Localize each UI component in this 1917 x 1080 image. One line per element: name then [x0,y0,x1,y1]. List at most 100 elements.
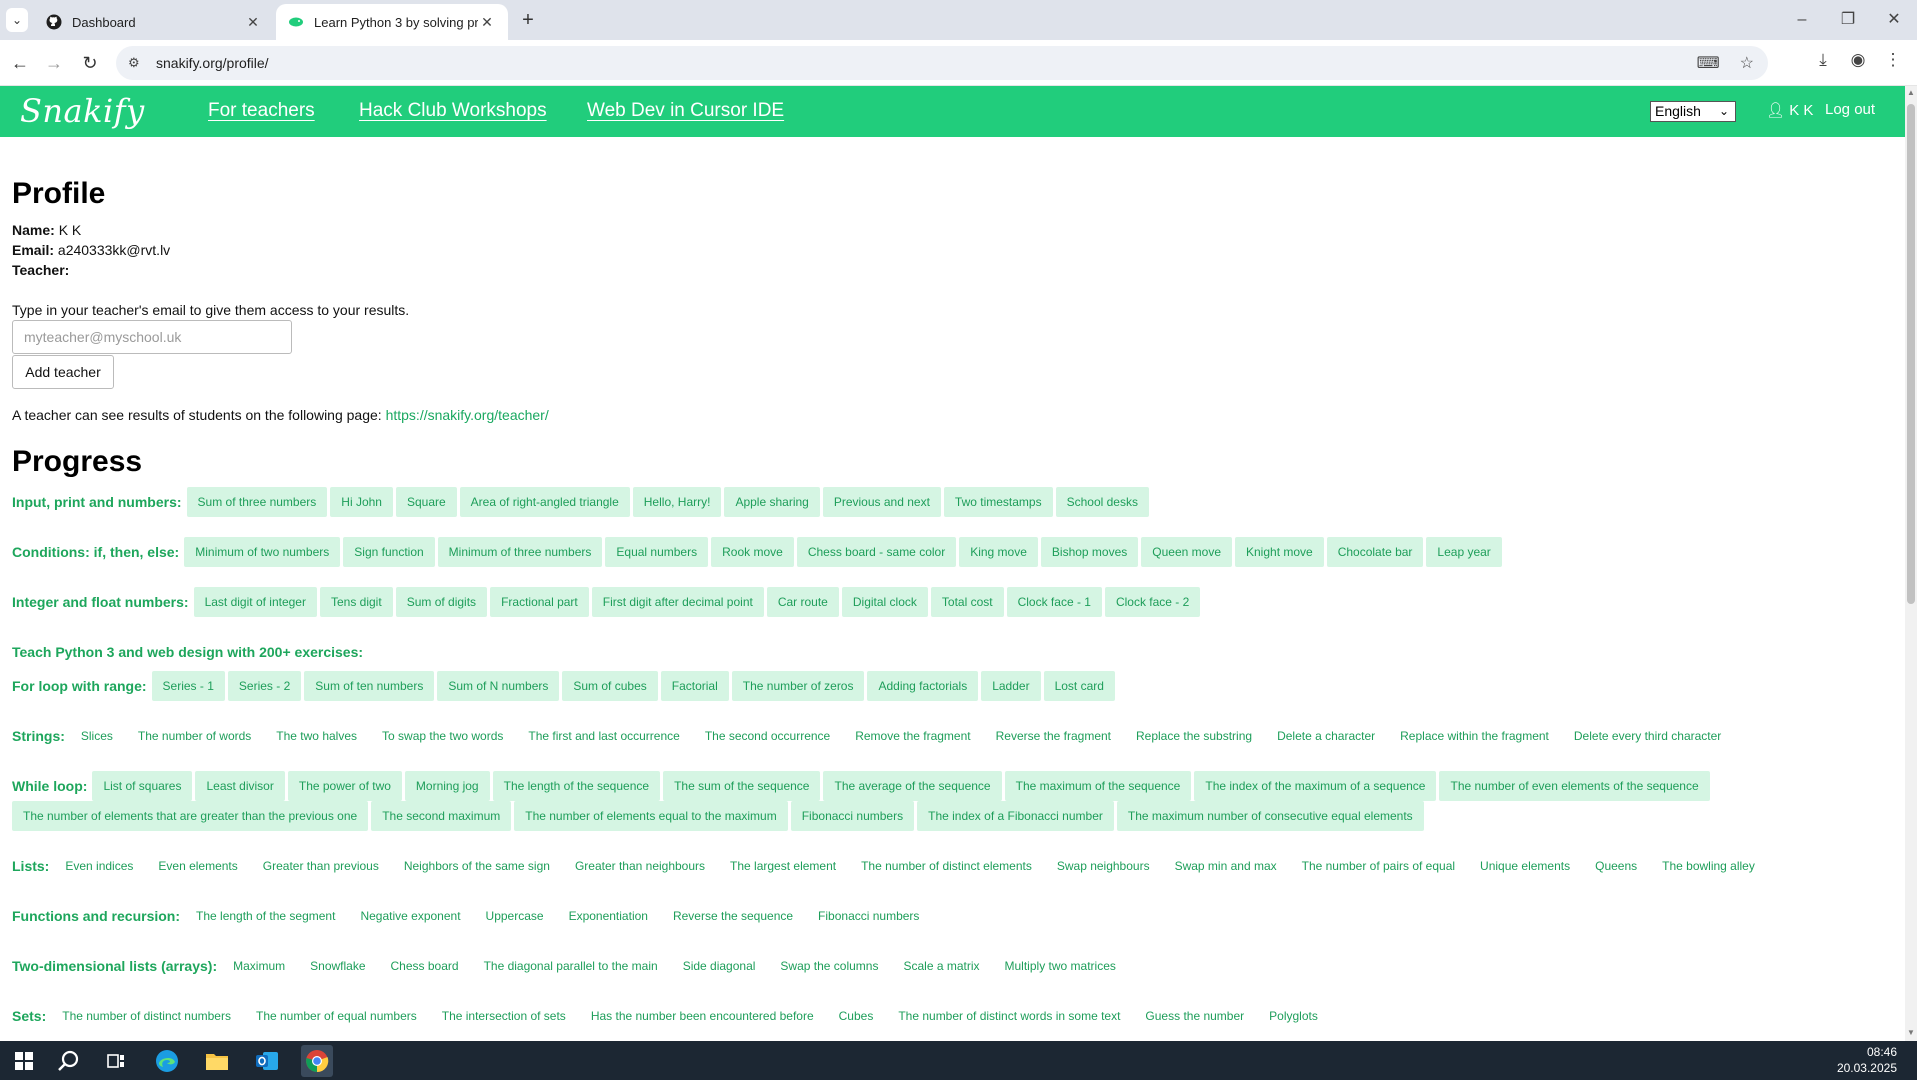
site-info-icon[interactable]: ⚙ [128,55,144,71]
exercise-link[interactable]: Last digit of integer [193,587,317,617]
exercise-link[interactable]: Adding factorials [867,671,979,701]
exercise-link[interactable]: Swap the columns [769,951,889,981]
exercise-link[interactable]: Fibonacci numbers [790,801,915,831]
scroll-up-icon[interactable]: ▲ [1907,88,1915,97]
exercise-link[interactable]: Previous and next [822,487,941,517]
logout-link[interactable]: Log out [1825,101,1875,118]
teacher-email-input[interactable] [12,320,292,354]
exercise-link[interactable]: Equal numbers [605,537,709,567]
exercise-link[interactable]: The number of distinct elements [850,851,1043,881]
exercise-link[interactable]: Bishop moves [1040,537,1139,567]
windows-start-icon[interactable] [8,1045,40,1077]
browser-tab-dashboard[interactable]: Dashboard ✕ [34,4,274,40]
exercise-link[interactable]: The maximum number of consecutive equal … [1116,801,1424,831]
exercise-link[interactable]: Fibonacci numbers [807,901,930,931]
exercise-link[interactable]: Hi John [330,487,393,517]
exercise-link[interactable]: Sign function [343,537,435,567]
exercise-link[interactable]: Maximum [222,951,296,981]
exercise-link[interactable]: Series - 2 [227,671,302,701]
exercise-link[interactable]: Has the number been encountered before [580,1001,825,1031]
exercise-link[interactable]: Minimum of two numbers [184,537,341,567]
exercise-link[interactable]: Knight move [1235,537,1324,567]
nav-for-teachers[interactable]: For teachers [208,100,315,122]
profile-icon[interactable]: ◉ [1845,50,1871,70]
new-tab-icon[interactable]: + [516,8,540,32]
exercise-link[interactable]: Sum of cubes [562,671,658,701]
edge-icon[interactable] [151,1045,183,1077]
exercise-link[interactable]: Exponentiation [558,901,659,931]
exercise-link[interactable]: The number of distinct numbers [51,1001,242,1031]
exercise-link[interactable]: The diagonal parallel to the main [473,951,669,981]
exercise-link[interactable]: Tens digit [319,587,393,617]
exercise-link[interactable]: Sum of digits [395,587,488,617]
exercise-link[interactable]: The number of distinct words in some tex… [887,1001,1131,1031]
system-clock[interactable]: 08:46 20.03.2025 [1837,1044,1897,1076]
exercise-link[interactable]: Clock face - 2 [1104,587,1201,617]
exercise-link[interactable]: The length of the sequence [492,771,661,801]
exercise-link[interactable]: Square [395,487,457,517]
exercise-link[interactable]: Queen move [1141,537,1232,567]
exercise-link[interactable]: Clock face - 1 [1006,587,1102,617]
user-profile-link[interactable]: 👤︎ K K [1766,101,1813,119]
exercise-link[interactable]: The length of the segment [185,901,346,931]
translate-icon[interactable]: ⌨ [1697,53,1720,73]
exercise-link[interactable]: Ladder [981,671,1041,701]
exercise-link[interactable]: The power of two [287,771,402,801]
exercise-link[interactable]: The two halves [265,721,368,751]
exercise-link[interactable]: Series - 1 [151,671,225,701]
exercise-link[interactable]: Multiply two matrices [994,951,1127,981]
exercise-link[interactable]: Cubes [828,1001,885,1031]
exercise-link[interactable]: Reverse the sequence [662,901,804,931]
reload-icon[interactable]: ↻ [76,50,104,76]
exercise-link[interactable]: Sum of N numbers [437,671,560,701]
exercise-link[interactable]: The average of the sequence [823,771,1002,801]
exercise-link[interactable]: Apple sharing [724,487,820,517]
exercise-link[interactable]: Two timestamps [943,487,1053,517]
exercise-link[interactable]: Factorial [660,671,729,701]
exercise-link[interactable]: Negative exponent [349,901,471,931]
snakify-logo[interactable]: Snakify [20,92,145,130]
chrome-menu-icon[interactable]: ⋮ [1880,50,1906,70]
exercise-link[interactable]: Sum of ten numbers [304,671,435,701]
tab-search-chevron-icon[interactable]: ⌄ [6,8,28,32]
exercise-link[interactable]: Scale a matrix [892,951,990,981]
nav-hack-club-workshops[interactable]: Hack Club Workshops [359,100,547,122]
exercise-link[interactable]: The sum of the sequence [663,771,821,801]
exercise-link[interactable]: The largest element [719,851,847,881]
exercise-link[interactable]: Queens [1584,851,1648,881]
exercise-link[interactable]: The index of the maximum of a sequence [1194,771,1437,801]
scroll-thumb[interactable] [1907,104,1915,604]
exercise-link[interactable]: The number of words [127,721,262,751]
forward-arrow-icon[interactable]: → [40,50,68,76]
exercise-link[interactable]: The second occurrence [694,721,841,751]
exercise-link[interactable]: Chess board - same color [796,537,957,567]
chrome-icon[interactable] [301,1045,333,1077]
exercise-link[interactable]: First digit after decimal point [591,587,764,617]
scroll-down-icon[interactable]: ▼ [1907,1028,1915,1037]
exercise-link[interactable]: Lost card [1043,671,1115,701]
exercise-link[interactable]: Replace the substring [1125,721,1263,751]
exercise-link[interactable]: Rook move [711,537,794,567]
close-tab-icon[interactable]: ✕ [478,14,496,31]
exercise-link[interactable]: Reverse the fragment [985,721,1122,751]
restore-icon[interactable]: ❐ [1825,6,1871,34]
exercise-link[interactable]: Slices [70,721,124,751]
exercise-link[interactable]: Fractional part [490,587,589,617]
exercise-link[interactable]: Even elements [147,851,248,881]
close-tab-icon[interactable]: ✕ [244,14,262,31]
exercise-link[interactable]: Replace within the fragment [1389,721,1560,751]
nav-web-dev-cursor[interactable]: Web Dev in Cursor IDE [587,100,784,122]
exercise-link[interactable]: Delete a character [1266,721,1386,751]
exercise-link[interactable]: The first and last occurrence [517,721,690,751]
exercise-link[interactable]: Swap neighbours [1046,851,1161,881]
minimize-icon[interactable]: – [1779,6,1825,34]
exercise-link[interactable]: The number of even elements of the seque… [1439,771,1710,801]
exercise-link[interactable]: Chess board [380,951,470,981]
exercise-link[interactable]: Delete every third character [1563,721,1732,751]
exercise-link[interactable]: Leap year [1426,537,1502,567]
exercise-link[interactable]: School desks [1055,487,1149,517]
exercise-link[interactable]: Total cost [930,587,1004,617]
exercise-link[interactable]: Digital clock [841,587,928,617]
browser-tab-snakify[interactable]: Learn Python 3 by solving prob ✕ [276,4,508,40]
exercise-link[interactable]: Minimum of three numbers [437,537,603,567]
